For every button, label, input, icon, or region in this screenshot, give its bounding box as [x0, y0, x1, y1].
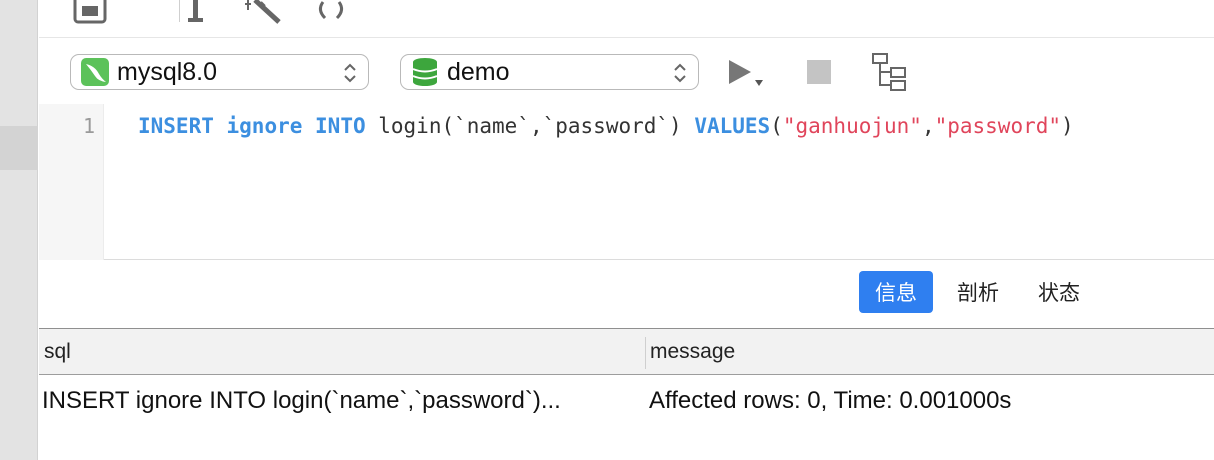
line-number: 1 — [82, 114, 95, 138]
table-header: sql message — [39, 329, 1214, 375]
table-columns: login(`name`,`password`) — [365, 114, 695, 138]
play-icon — [729, 60, 763, 86]
keyword-into: INTO — [315, 114, 366, 138]
table-row[interactable]: INSERT ignore INTO login(`name`,`passwor… — [39, 377, 1214, 425]
database-select-value: demo — [447, 57, 510, 86]
results-table: sql message INSERT ignore INTO login(`na… — [39, 328, 1214, 460]
column-header-message[interactable]: message — [650, 329, 735, 375]
result-tabs: 信息 剖析 状态 — [39, 260, 1214, 328]
mysql-dolphin-icon — [81, 58, 109, 86]
run-button[interactable] — [727, 58, 767, 90]
connection-select-value: mysql8.0 — [117, 57, 218, 86]
keyword-values: VALUES — [694, 114, 771, 138]
magic-wand-icon[interactable] — [241, 0, 285, 31]
tab-info[interactable]: 信息 — [859, 271, 933, 313]
string-literal-2: "password" — [934, 114, 1062, 138]
text-cursor-icon[interactable] — [185, 0, 207, 31]
column-divider[interactable] — [645, 337, 646, 369]
tab-profile[interactable]: 剖析 — [945, 271, 1011, 313]
keyword-ignore: ignore — [226, 114, 303, 138]
explain-tree-icon — [872, 53, 906, 91]
column-header-sql[interactable]: sql — [44, 329, 71, 375]
cell-message: Affected rows: 0, Time: 0.001000s — [649, 387, 1012, 414]
left-sidebar-strip — [0, 0, 38, 460]
refresh-icon[interactable] — [315, 0, 347, 29]
sql-code-line[interactable]: INSERT ignore INTO login(`name`,`passwor… — [138, 114, 1074, 138]
explain-button[interactable] — [871, 52, 911, 92]
paren-open: ( — [770, 114, 783, 138]
database-icon — [411, 57, 439, 87]
keyword-insert: INSERT — [138, 114, 214, 138]
tab-status[interactable]: 状态 — [1025, 271, 1093, 313]
string-literal-1: "ganhuojun" — [782, 114, 922, 138]
paren-close: ) — [1061, 114, 1074, 138]
connection-select[interactable]: mysql8.0 — [70, 54, 369, 90]
connection-toolbar: mysql8.0 demo — [39, 38, 1214, 104]
save-icon[interactable] — [73, 0, 107, 29]
sidebar-selected-item[interactable] — [0, 126, 38, 170]
database-select[interactable]: demo — [400, 54, 699, 90]
chevron-updown-icon — [342, 62, 358, 89]
sql-editor[interactable]: 1 INSERT ignore INTO login(`name`,`passw… — [39, 104, 1214, 260]
stop-button[interactable] — [807, 60, 831, 84]
cell-sql: INSERT ignore INTO login(`name`,`passwor… — [42, 387, 561, 414]
toolbar-separator — [179, 0, 180, 22]
line-number-gutter: 1 — [39, 104, 104, 260]
chevron-updown-icon — [672, 62, 688, 89]
comma: , — [921, 114, 935, 138]
top-toolbar — [39, 0, 1214, 38]
